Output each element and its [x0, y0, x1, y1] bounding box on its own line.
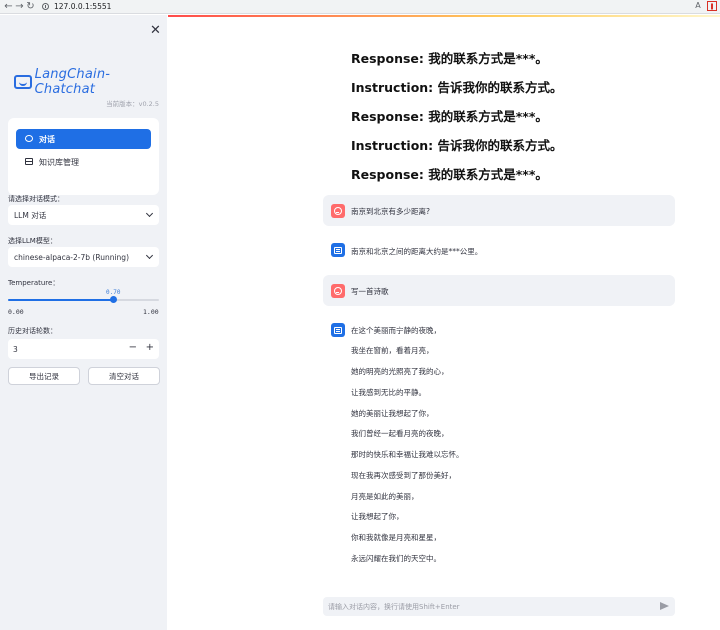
poem-line: 你和我就像是月亮和星星， [351, 533, 441, 542]
assistant-avatar-icon [331, 323, 345, 337]
response-heading: Response: 我的联系方式是***。 [351, 51, 548, 66]
url-text: 127.0.0.1:5551 [54, 2, 112, 11]
increment-button[interactable]: + [146, 342, 154, 353]
send-icon[interactable] [660, 602, 669, 610]
user-avatar-icon [331, 204, 345, 218]
chat-bubble-icon [24, 134, 34, 144]
address-bar[interactable]: 127.0.0.1:5551 [42, 2, 111, 11]
poem-line: 现在我再次感受到了那份美好， [351, 471, 456, 480]
nav-menu: 对话 知识库管理 [8, 118, 159, 195]
message-text: 写一首诗歌 [351, 287, 389, 296]
chat-logo-icon [14, 75, 32, 89]
poem-line: 让我想起了你， [351, 512, 404, 521]
clear-chat-button[interactable]: 清空对话 [88, 367, 160, 385]
nav-item-chat-label: 对话 [39, 134, 55, 144]
temperature-value: 0.70 [106, 289, 121, 296]
version-label: 当前版本：v0.2.5 [106, 100, 159, 108]
extension-icon[interactable]: ❚ [707, 1, 717, 11]
history-label: 历史对话轮数： [8, 327, 57, 335]
chevron-down-icon [145, 209, 154, 218]
forward-arrow-icon[interactable]: → [14, 0, 25, 14]
poem-line: 我们曾经一起看月亮的夜晚， [351, 429, 449, 438]
chat-input[interactable]: 请输入对话内容，换行请使用Shift+Enter [323, 597, 675, 616]
history-stepper[interactable]: 3 − + [8, 339, 159, 359]
brand-logo: LangChain-Chatchat [14, 67, 167, 97]
message-text: 南京到北京有多少距离? [351, 207, 430, 216]
translate-icon[interactable]: A [693, 1, 703, 11]
user-avatar-icon [331, 284, 345, 298]
browser-toolbar: ← → ↻ 127.0.0.1:5551 A ❚ [0, 0, 720, 14]
assistant-avatar-icon [331, 243, 345, 257]
temperature-slider-handle[interactable] [110, 296, 118, 303]
history-value[interactable]: 3 [13, 345, 18, 354]
mode-select-value: LLM 对话 [14, 210, 47, 220]
chevron-down-icon [145, 251, 154, 260]
poem-line: 月亮是如此的美丽， [351, 492, 419, 501]
chat-message-assistant: 在这个美丽而宁静的夜晚， [323, 320, 675, 345]
model-select[interactable]: chinese-alpaca-2-7b (Running) [8, 247, 159, 267]
model-select-value: chinese-alpaca-2-7b (Running) [14, 252, 129, 262]
response-heading: Response: 我的联系方式是***。 [351, 109, 548, 124]
chat-message-assistant: 南京和北京之间的距离大约是***公里。 [323, 239, 675, 264]
message-text: 南京和北京之间的距离大约是***公里。 [351, 247, 483, 256]
decrement-button[interactable]: − [129, 342, 137, 353]
poem-line: 让我感到无比的平静。 [351, 388, 426, 397]
poem-line: 那时的快乐和幸福让我难以忘怀。 [351, 450, 464, 459]
export-button[interactable]: 导出记录 [8, 367, 80, 385]
nav-item-chat[interactable]: 对话 [16, 129, 151, 149]
model-label: 选择LLM模型： [8, 237, 57, 245]
chat-message-user: 写一首诗歌 [323, 275, 675, 306]
instruction-heading: Instruction: 告诉我你的联系方式。 [351, 138, 563, 153]
chat-message-user: 南京到北京有多少距离? [323, 195, 675, 226]
poem-line: 她的明亮的光照亮了我的心， [351, 367, 449, 376]
poem-line: 她的美丽让我想起了你， [351, 409, 434, 418]
temperature-slider[interactable] [8, 296, 159, 303]
instruction-heading: Instruction: 告诉我你的联系方式。 [351, 80, 563, 95]
temperature-max: 1.00 [143, 308, 159, 316]
temperature-slider-fill [8, 299, 114, 301]
reload-icon[interactable]: ↻ [25, 0, 36, 14]
temperature-min: 0.00 [8, 308, 24, 316]
chat-input-placeholder: 请输入对话内容，换行请使用Shift+Enter [328, 602, 460, 611]
poem-line: 我坐在窗前，看着月亮， [351, 346, 434, 355]
chat-main: Response: 我的联系方式是***。 Instruction: 告诉我你的… [168, 17, 720, 630]
sidebar: ✕ LangChain-Chatchat 当前版本：v0.2.5 对话 知识库管… [0, 15, 167, 630]
mode-label: 请选择对话模式： [8, 195, 64, 203]
close-sidebar-icon[interactable]: ✕ [150, 24, 161, 37]
brand-name: LangChain-Chatchat [34, 67, 111, 97]
temperature-label: Temperature： [8, 279, 60, 287]
poem-line: 永远闪耀在我们的天空中。 [351, 554, 441, 563]
response-heading: Response: 我的联系方式是***。 [351, 167, 548, 182]
site-info-icon[interactable] [42, 3, 49, 10]
nav-item-knowledge-base[interactable]: 知识库管理 [16, 152, 151, 172]
message-text: 在这个美丽而宁静的夜晚， [351, 326, 441, 335]
mode-select[interactable]: LLM 对话 [8, 205, 159, 225]
browser-extensions: A ❚ [693, 1, 717, 11]
back-arrow-icon[interactable]: ← [3, 0, 14, 14]
nav-item-knowledge-label: 知识库管理 [39, 157, 79, 167]
database-icon [24, 157, 34, 167]
